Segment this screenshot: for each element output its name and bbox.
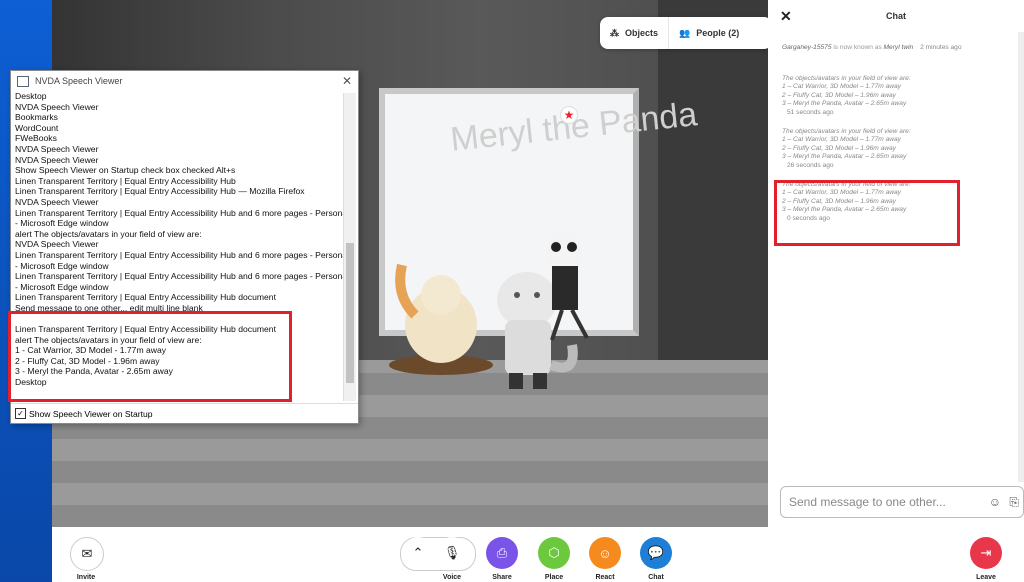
speech-log-line: NVDA Speech Viewer bbox=[15, 239, 99, 250]
new-name: Meryl twin bbox=[883, 44, 914, 51]
invite-label: Invite bbox=[76, 574, 96, 581]
speech-log-line: Linen Transparent Territory | Equal Entr… bbox=[15, 175, 236, 186]
speech-log-line: Linen Transparent Territory | Equal Entr… bbox=[15, 186, 305, 197]
speech-log-line: Desktop bbox=[15, 91, 47, 101]
message-line: The objects/avatars in your field of vie… bbox=[782, 74, 911, 82]
message-line: The objects/avatars in your field of vie… bbox=[782, 127, 911, 135]
message-line: 3 – Meryl the Panda, Avatar – 2.65m away bbox=[782, 100, 907, 108]
highlight-box-nvda bbox=[8, 311, 292, 402]
meryl-panda-avatar[interactable] bbox=[542, 230, 622, 350]
scene-topbar: ⁂ Objects 👥 People (2) bbox=[600, 17, 768, 49]
share-button[interactable]: ⎙ bbox=[486, 537, 518, 569]
speech-log-line: NVDA Speech Viewer bbox=[15, 196, 99, 207]
speech-log-line: Bookmarks bbox=[15, 112, 58, 123]
chat-button[interactable]: 💬 bbox=[640, 537, 672, 569]
chat-label: Chat bbox=[648, 574, 664, 581]
speech-log-line: Linen Transparent Territory | Equal Entr… bbox=[15, 292, 276, 303]
speech-log-line: alert The objects/avatars in your field … bbox=[15, 228, 202, 239]
objects-button[interactable]: ⁂ Objects bbox=[600, 17, 668, 49]
rename-message: Garganey-15575 is now known as Meryl twi… bbox=[782, 44, 1002, 53]
leave-label: Leave bbox=[976, 574, 996, 581]
place-label: Place bbox=[544, 574, 564, 581]
message-line: 1 – Cat Warrior, 3D Model – 1.77m away bbox=[782, 136, 901, 144]
chat-scrollbar[interactable] bbox=[1018, 32, 1024, 482]
timestamp: 51 seconds ago bbox=[787, 108, 834, 116]
rename-text: is now known as bbox=[831, 44, 884, 51]
objects-icon: ⁂ bbox=[610, 27, 619, 38]
highlight-box-chat bbox=[774, 180, 960, 246]
people-icon: 👥 bbox=[679, 27, 691, 38]
chat-input-placeholder: Send message to one other... bbox=[789, 495, 946, 509]
pin-icon[interactable]: ★ bbox=[560, 106, 578, 124]
chat-panel: ✕ Chat Garganey-15575 is now known as Me… bbox=[768, 0, 1024, 527]
attach-icon[interactable]: ⎘ bbox=[1009, 495, 1019, 510]
speech-log-line: Linen Transparent Territory | Equal Entr… bbox=[15, 271, 344, 282]
message-line: 2 – Fluffy Cat, 3D Model – 1.96m away bbox=[782, 91, 896, 99]
speech-log-line: - Microsoft Edge window bbox=[15, 281, 109, 292]
chat-header: ✕ Chat bbox=[768, 0, 1024, 32]
voice-label: Voice bbox=[442, 574, 462, 581]
message-line: 3 – Meryl the Panda, Avatar – 2.65m away bbox=[782, 153, 907, 161]
share-label: Share bbox=[492, 574, 512, 581]
react-button[interactable]: ☺ bbox=[589, 537, 621, 569]
speech-log-line: NVDA Speech Viewer bbox=[15, 154, 99, 165]
people-button[interactable]: 👥 People (2) bbox=[668, 17, 749, 49]
speech-log-line: - Microsoft Edge window bbox=[15, 218, 109, 229]
speech-log-line: Linen Transparent Territory | Equal Entr… bbox=[15, 207, 344, 218]
nvda-footer: ✓ Show Speech Viewer on Startup bbox=[11, 403, 358, 423]
close-icon[interactable]: ✕ bbox=[780, 8, 792, 25]
timestamp: 2 minutes ago bbox=[920, 44, 962, 51]
message-line: 2 – Fluffy Cat, 3D Model – 1.96m away bbox=[782, 144, 896, 152]
speech-log-line: Linen Transparent Territory | Equal Entr… bbox=[15, 249, 344, 260]
people-label: People (2) bbox=[696, 28, 740, 38]
window-icon bbox=[17, 75, 29, 87]
scrollbar-thumb[interactable] bbox=[346, 243, 354, 383]
emoji-icon[interactable]: ☺ bbox=[989, 495, 1001, 509]
show-on-startup-label[interactable]: Show Speech Viewer on Startup bbox=[29, 409, 153, 419]
speech-log-line: FWeBooks bbox=[15, 133, 57, 144]
invite-button[interactable]: ✉ bbox=[70, 537, 104, 571]
chat-message: The objects/avatars in your field of vie… bbox=[782, 128, 1002, 171]
nvda-titlebar[interactable]: NVDA Speech Viewer ✕ bbox=[11, 71, 358, 91]
microphone-button[interactable]: 🎙 bbox=[436, 537, 468, 569]
chat-title: Chat bbox=[886, 11, 906, 21]
chat-message-input[interactable]: Send message to one other... ☺ ⎘ bbox=[780, 486, 1024, 518]
objects-label: Objects bbox=[625, 28, 659, 38]
chat-message: The objects/avatars in your field of vie… bbox=[782, 75, 1002, 118]
chevron-up-icon[interactable]: ⌃ bbox=[402, 537, 434, 569]
speech-log-line: - Microsoft Edge window bbox=[15, 260, 109, 271]
place-button[interactable]: ⬡ bbox=[538, 537, 570, 569]
speech-log-line: Show Speech Viewer on Startup check box … bbox=[15, 165, 236, 176]
bottom-toolbar: ✉ Invite ⌃ 🎙 Voice ⎙ Share ⬡ Place ☺ Rea… bbox=[52, 527, 1024, 582]
speech-log-line: NVDA Speech Viewer bbox=[15, 143, 99, 154]
nvda-title: NVDA Speech Viewer bbox=[35, 76, 123, 86]
timestamp: 26 seconds ago bbox=[787, 161, 834, 169]
checkbox-checked-icon[interactable]: ✓ bbox=[15, 408, 26, 419]
speech-log-line: WordCount bbox=[15, 122, 59, 133]
scrollbar[interactable] bbox=[343, 93, 356, 401]
old-name: Garganey-15575 bbox=[782, 44, 832, 51]
speech-log-line: NVDA Speech Viewer bbox=[15, 101, 99, 112]
message-line: 1 – Cat Warrior, 3D Model – 1.77m away bbox=[782, 83, 901, 91]
leave-button[interactable]: ⇥ bbox=[970, 537, 1002, 569]
react-label: React bbox=[595, 574, 615, 581]
close-icon[interactable]: ✕ bbox=[342, 74, 352, 88]
